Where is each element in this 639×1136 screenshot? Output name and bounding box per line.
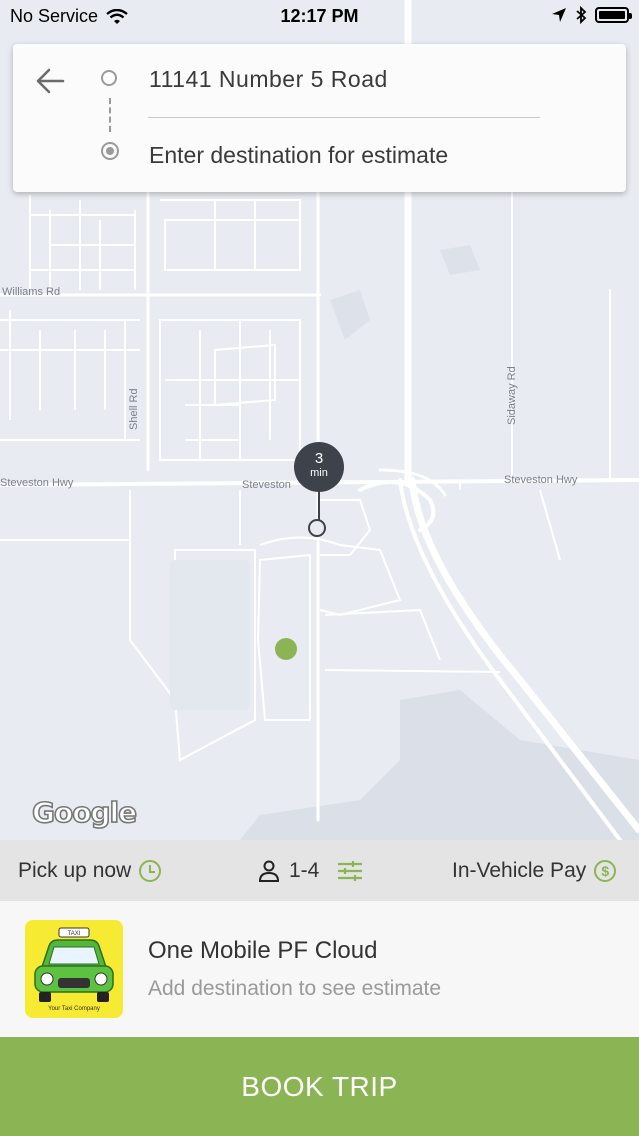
road-label-shell: Shell Rd bbox=[128, 388, 140, 430]
current-location-dot bbox=[275, 638, 297, 660]
bluetooth-icon bbox=[576, 6, 587, 24]
route-connector bbox=[109, 98, 111, 132]
person-icon bbox=[258, 860, 280, 882]
address-card: 11141 Number 5 Road Enter destination fo… bbox=[13, 44, 626, 192]
taxi-company-logo: TAXI Your Taxi Company bbox=[25, 920, 123, 1018]
pickup-time-label: Pick up now bbox=[18, 858, 132, 882]
address-divider bbox=[148, 117, 540, 118]
eta-marker[interactable]: 3 min bbox=[294, 442, 344, 492]
fare-estimate-text: Add destination to see estimate bbox=[148, 977, 442, 1000]
svg-text:TAXI: TAXI bbox=[68, 931, 81, 937]
road-label-steveston-right: Steveston Hwy bbox=[504, 474, 578, 486]
destination-input[interactable]: Enter destination for estimate bbox=[149, 142, 448, 169]
pickup-address-field[interactable]: 11141 Number 5 Road bbox=[149, 66, 388, 93]
dollar-icon: $ bbox=[594, 859, 617, 882]
road-label-steveston-mid: Steveston bbox=[242, 479, 291, 491]
status-time: 12:17 PM bbox=[280, 6, 359, 26]
pickup-time-option[interactable]: Pick up now bbox=[18, 840, 162, 901]
arrow-left-icon[interactable] bbox=[35, 66, 67, 96]
filter-sliders-icon[interactable] bbox=[337, 860, 363, 882]
destination-marker-icon bbox=[101, 142, 119, 160]
google-attribution: Google bbox=[31, 795, 138, 830]
passenger-count-option[interactable]: 1-4 bbox=[257, 840, 363, 901]
company-name: One Mobile PF Cloud bbox=[148, 937, 378, 964]
battery-icon bbox=[595, 7, 632, 23]
clock-icon bbox=[139, 859, 162, 882]
svg-text:Your Taxi Company: Your Taxi Company bbox=[48, 1006, 100, 1012]
road-label-sidaway: Sidaway Rd bbox=[506, 366, 518, 425]
road-label-williams: Williams Rd bbox=[2, 286, 61, 298]
location-arrow-icon bbox=[552, 8, 566, 22]
eta-marker-stem bbox=[318, 490, 320, 520]
pickup-location-ring bbox=[308, 519, 326, 537]
taxi-company-row[interactable]: TAXI Your Taxi Company One Mobile PF Clo… bbox=[0, 901, 639, 1037]
book-trip-button[interactable]: BOOK TRIP bbox=[0, 1037, 639, 1136]
pickup-marker-icon bbox=[101, 70, 117, 86]
taxi-car-icon: TAXI Your Taxi Company bbox=[34, 927, 114, 1012]
passenger-count-label: 1-4 bbox=[289, 858, 320, 882]
eta-value: 3 bbox=[314, 450, 324, 467]
road-label-steveston-left: Steveston Hwy bbox=[0, 477, 74, 489]
status-bar: No Service 12:17 PM bbox=[0, 0, 639, 34]
trip-options-bar: Pick up now 1-4 In-Vehicle Pay $ bbox=[0, 840, 639, 901]
payment-option[interactable]: In-Vehicle Pay $ bbox=[452, 840, 617, 901]
eta-unit: min bbox=[310, 467, 328, 479]
payment-label: In-Vehicle Pay bbox=[452, 858, 587, 882]
